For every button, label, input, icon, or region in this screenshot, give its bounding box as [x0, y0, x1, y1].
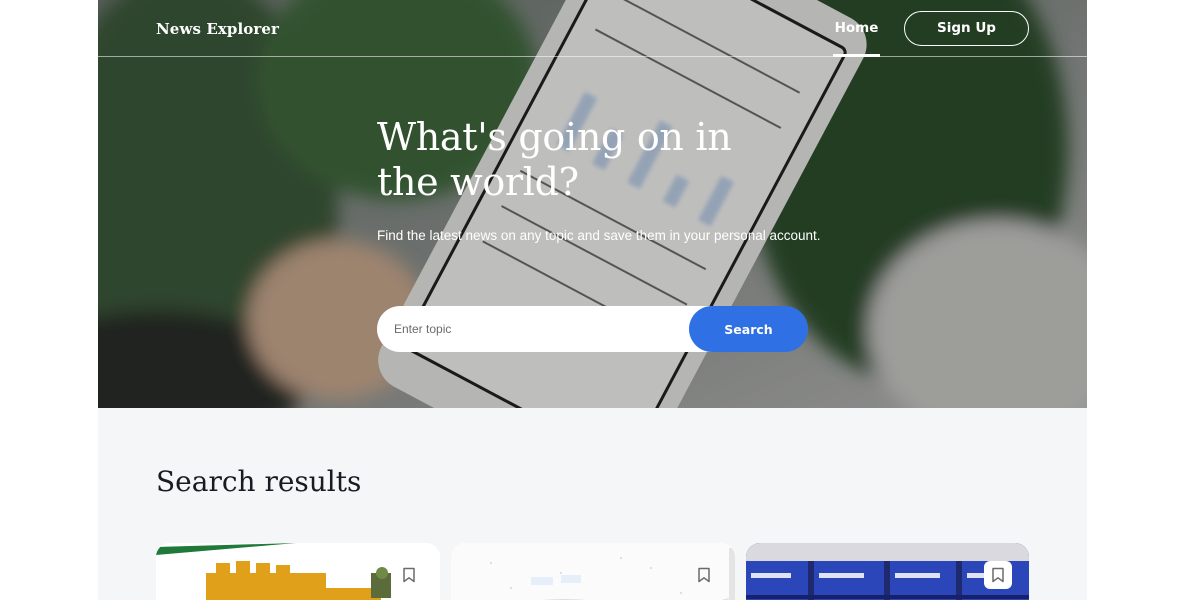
news-card[interactable]: [451, 543, 735, 600]
bookmark-icon: [403, 567, 415, 583]
hero-subtitle: Find the latest news on any topic and sa…: [377, 228, 821, 243]
bookmark-icon: [992, 567, 1004, 583]
bookmark-button[interactable]: [395, 561, 423, 589]
hero-title: What's going on in the world?: [377, 115, 732, 204]
news-card[interactable]: [746, 543, 1029, 600]
search-results-title: Search results: [156, 465, 362, 498]
site-header: News Explorer Home Sign Up: [98, 0, 1087, 57]
page: News Explorer Home Sign Up What's going …: [98, 0, 1087, 600]
hero: News Explorer Home Sign Up What's going …: [98, 0, 1087, 408]
nav-home-link[interactable]: Home: [833, 0, 880, 57]
news-card[interactable]: [156, 543, 440, 600]
search-input[interactable]: [377, 306, 717, 352]
search-form: Search: [377, 306, 809, 352]
bookmark-button[interactable]: [984, 561, 1012, 589]
bookmark-button[interactable]: [690, 561, 718, 589]
site-logo[interactable]: News Explorer: [156, 20, 279, 38]
bookmark-icon: [698, 567, 710, 583]
sign-up-button[interactable]: Sign Up: [904, 11, 1029, 46]
search-button[interactable]: Search: [689, 306, 808, 352]
